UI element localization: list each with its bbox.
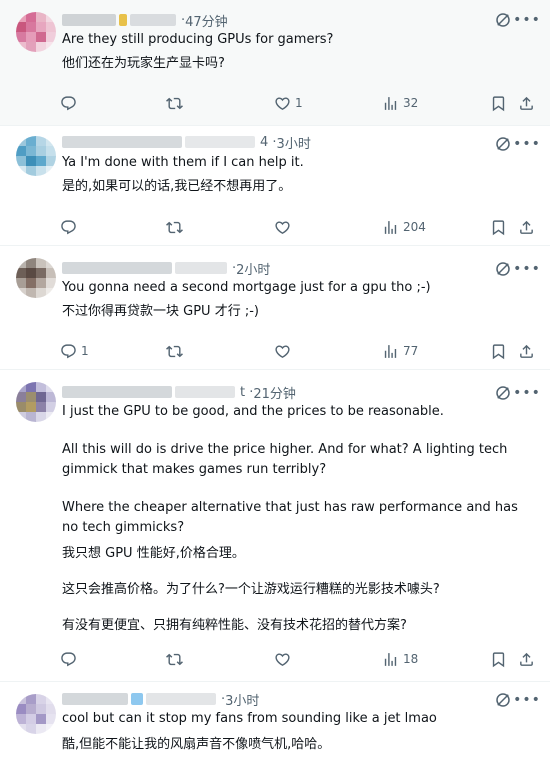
reply-button[interactable]: 1 bbox=[60, 341, 89, 361]
comment-2[interactable]: 4 · 3小时 ••• Ya I'm done with them if I c… bbox=[0, 126, 550, 246]
retweet-icon bbox=[166, 651, 183, 668]
blurred-handle bbox=[175, 262, 227, 274]
comment-text: You gonna need a second mortgage just fo… bbox=[62, 280, 431, 319]
blurred-handle bbox=[119, 14, 127, 26]
grok-icon[interactable] bbox=[494, 135, 512, 153]
blurred-name bbox=[62, 14, 116, 26]
reply-icon bbox=[60, 95, 77, 112]
retweet-icon bbox=[166, 219, 183, 236]
bookmark-icon bbox=[490, 651, 507, 668]
comment-5[interactable]: · 3小时 ••• cool but can it stop my fans f… bbox=[0, 682, 550, 768]
reply-button[interactable] bbox=[60, 649, 77, 669]
share-button[interactable] bbox=[518, 93, 535, 113]
views-icon bbox=[382, 219, 399, 236]
share-icon bbox=[518, 651, 535, 668]
views-button[interactable]: 18 bbox=[382, 649, 418, 669]
like-icon bbox=[274, 343, 291, 360]
share-button[interactable] bbox=[518, 341, 535, 361]
comment-header: 4 · 3小时 bbox=[62, 131, 311, 153]
reply-button[interactable] bbox=[60, 93, 81, 113]
views-icon bbox=[382, 95, 399, 112]
share-button[interactable] bbox=[518, 217, 535, 237]
blurred-handle bbox=[131, 693, 143, 705]
like-icon bbox=[274, 95, 291, 112]
action-bar: 1 32 bbox=[58, 93, 528, 113]
blurred-name bbox=[62, 693, 128, 705]
grok-icon[interactable] bbox=[494, 384, 512, 402]
reply-icon bbox=[60, 651, 77, 668]
retweet-button[interactable] bbox=[166, 649, 183, 669]
timestamp[interactable]: 3小时 bbox=[277, 133, 311, 152]
comment-1[interactable]: · 47分钟 ••• Are they still producing GPUs… bbox=[0, 0, 550, 126]
views-button[interactable]: 32 bbox=[382, 93, 418, 113]
comment-header: · 3小时 bbox=[62, 688, 259, 710]
bookmark-button[interactable] bbox=[490, 649, 507, 669]
share-icon bbox=[518, 343, 535, 360]
bookmark-icon bbox=[490, 219, 507, 236]
blurred-handle bbox=[185, 136, 255, 148]
grok-icon[interactable] bbox=[494, 11, 512, 29]
comment-text: I just the GPU to be good, and the price… bbox=[62, 404, 523, 633]
reply-button[interactable] bbox=[60, 217, 77, 237]
action-bar: 1 77 bbox=[58, 341, 528, 361]
timestamp[interactable]: 21分钟 bbox=[253, 383, 296, 402]
timestamp[interactable]: 3小时 bbox=[225, 690, 259, 709]
share-button[interactable] bbox=[518, 649, 535, 669]
share-icon bbox=[518, 219, 535, 236]
bookmark-button[interactable] bbox=[490, 93, 507, 113]
timestamp[interactable]: 47分钟 bbox=[185, 11, 228, 30]
like-button[interactable] bbox=[274, 649, 291, 669]
comment-header: · 2小时 bbox=[62, 257, 270, 279]
like-button[interactable]: 1 bbox=[274, 93, 303, 113]
blurred-handle bbox=[175, 386, 235, 398]
reply-icon bbox=[60, 343, 77, 360]
more-icon[interactable]: ••• bbox=[513, 260, 540, 278]
more-icon[interactable]: ••• bbox=[513, 135, 540, 153]
retweet-icon bbox=[166, 95, 183, 112]
retweet-icon bbox=[166, 343, 183, 360]
share-icon bbox=[518, 95, 535, 112]
blurred-handle bbox=[146, 693, 216, 705]
blurred-name bbox=[62, 262, 172, 274]
retweet-button[interactable] bbox=[166, 341, 183, 361]
avatar[interactable] bbox=[16, 136, 56, 176]
more-icon[interactable]: ••• bbox=[513, 691, 540, 709]
more-icon[interactable]: ••• bbox=[513, 384, 540, 402]
like-button[interactable] bbox=[274, 217, 291, 237]
bookmark-icon bbox=[490, 95, 507, 112]
blurred-name bbox=[62, 136, 182, 148]
reply-icon bbox=[60, 219, 77, 236]
comment-text: Are they still producing GPUs for gamers… bbox=[62, 32, 334, 71]
views-icon bbox=[382, 343, 399, 360]
views-button[interactable]: 77 bbox=[382, 341, 418, 361]
avatar[interactable] bbox=[16, 12, 56, 52]
avatar[interactable] bbox=[16, 382, 56, 422]
comment-text: cool but can it stop my fans from soundi… bbox=[62, 711, 437, 752]
blurred-handle bbox=[130, 14, 176, 26]
comment-3[interactable]: · 2小时 ••• You gonna need a second mortga… bbox=[0, 246, 550, 370]
comment-text: Ya I'm done with them if I can help it. … bbox=[62, 155, 304, 194]
action-bar: 18 bbox=[58, 649, 528, 669]
comment-header: t · 21分钟 bbox=[62, 381, 296, 403]
views-button[interactable]: 204 bbox=[382, 217, 426, 237]
like-icon bbox=[274, 219, 291, 236]
grok-icon[interactable] bbox=[494, 260, 512, 278]
comment-header: · 47分钟 bbox=[62, 9, 228, 31]
bookmark-button[interactable] bbox=[490, 217, 507, 237]
blurred-name bbox=[62, 386, 172, 398]
bookmark-icon bbox=[490, 343, 507, 360]
comment-4[interactable]: t · 21分钟 ••• I just the GPU to be good, … bbox=[0, 370, 550, 682]
retweet-button[interactable] bbox=[166, 93, 183, 113]
views-icon bbox=[382, 651, 399, 668]
timestamp[interactable]: 2小时 bbox=[236, 259, 270, 278]
retweet-button[interactable] bbox=[166, 217, 183, 237]
like-button[interactable] bbox=[274, 341, 291, 361]
avatar[interactable] bbox=[16, 694, 56, 734]
grok-icon[interactable] bbox=[494, 691, 512, 709]
more-icon[interactable]: ••• bbox=[513, 11, 540, 29]
bookmark-button[interactable] bbox=[490, 341, 507, 361]
avatar[interactable] bbox=[16, 258, 56, 298]
like-icon bbox=[274, 651, 291, 668]
action-bar: 204 bbox=[58, 217, 528, 237]
